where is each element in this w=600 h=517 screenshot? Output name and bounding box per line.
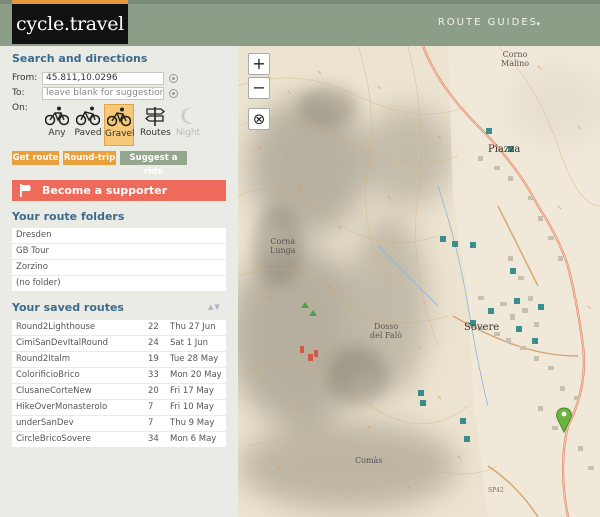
mode-paved-label: Paved — [74, 128, 102, 138]
route-name[interactable]: CimiSanDevItalRound — [16, 336, 108, 351]
get-route-button[interactable]: Get route — [12, 151, 59, 165]
road-bike-icon — [76, 106, 100, 126]
site-logo[interactable]: cycle.travel — [12, 4, 128, 44]
route-row[interactable]: HikeOverMonasterolo 7 Fri 10 May — [12, 400, 226, 415]
folder-item[interactable]: (no folder) — [12, 276, 226, 291]
map-label-piazza: Piazza — [488, 144, 521, 155]
route-name[interactable]: ColorificioBrico — [16, 368, 80, 383]
route-date: Mon 20 May — [170, 370, 222, 380]
mode-any-label: Any — [48, 128, 66, 138]
route-date: Thu 9 May — [170, 418, 215, 428]
route-distance: 7 — [148, 402, 154, 412]
route-distance: 7 — [148, 418, 154, 428]
signpost-icon — [144, 107, 166, 126]
chevron-down-icon: ▾ — [536, 20, 540, 28]
bike-icon — [45, 106, 69, 126]
suggest-ride-button[interactable]: Suggest a ride — [120, 151, 187, 177]
on-label: On: — [12, 103, 28, 113]
map-label-corna-lunga: Corna Lunga — [270, 237, 296, 255]
route-row[interactable]: CimiSanDevItalRound 24 Sat 1 Jun — [12, 336, 226, 351]
map-label-text: Corna Lunga — [270, 237, 296, 255]
mode-night-label: Night — [175, 128, 201, 138]
folder-item[interactable]: Zorzino — [12, 260, 226, 275]
route-row[interactable]: CircleBricoSovere 34 Mon 6 May — [12, 432, 226, 447]
route-name[interactable]: Round2Italm — [16, 352, 70, 367]
route-distance: 19 — [148, 354, 159, 364]
map-label-text: Dosso del Falò — [370, 322, 403, 340]
flag-icon — [20, 184, 31, 197]
supporter-label: Become a supporter — [42, 184, 168, 197]
route-row[interactable]: Round2Lighthouse 22 Thu 27 Jun — [12, 320, 226, 335]
to-input[interactable]: leave blank for suggestions — [42, 87, 164, 100]
route-date: Tue 28 May — [170, 354, 219, 364]
route-distance: 24 — [148, 338, 159, 348]
route-guides-menu[interactable]: ROUTE GUIDES — [438, 17, 538, 28]
route-distance: 20 — [148, 386, 159, 396]
route-row[interactable]: ColorificioBrico 33 Mon 20 May — [12, 368, 226, 383]
folder-item[interactable]: GB Tour — [12, 244, 226, 259]
mode-any[interactable]: Any — [42, 104, 72, 146]
route-date: Fri 17 May — [170, 386, 214, 396]
mode-paved[interactable]: Paved — [73, 104, 103, 146]
sidebar-panel: Search and directions From: 45.811,10.02… — [0, 46, 238, 517]
locate-to-icon[interactable] — [169, 89, 178, 98]
search-title: Search and directions — [12, 52, 148, 65]
route-date: Mon 6 May — [170, 434, 217, 444]
from-label: From: — [12, 73, 38, 83]
route-date: Thu 27 Jun — [170, 322, 216, 332]
mode-gravel-label: Gravel — [105, 129, 135, 139]
mode-night[interactable]: Night — [173, 104, 203, 146]
sort-arrows-icon[interactable]: ▲▼ — [208, 303, 221, 311]
map-canvas[interactable]: Corno Malino Piazza Corna Lunga Dosso de… — [238, 46, 600, 517]
locate-from-icon[interactable] — [169, 74, 178, 83]
map-label-corno-malino: Corno Malino — [501, 50, 529, 68]
route-distance: 34 — [148, 434, 159, 444]
gravel-bike-icon — [107, 107, 131, 127]
route-name[interactable]: HikeOverMonasterolo — [16, 400, 107, 415]
route-name[interactable]: CircleBricoSovere — [16, 432, 91, 447]
become-supporter-button[interactable]: Become a supporter — [12, 180, 226, 201]
folder-list: Dresden GB Tour Zorzino (no folder) — [12, 228, 226, 292]
folders-title: Your route folders — [12, 210, 125, 223]
route-name[interactable]: Round2Lighthouse — [16, 320, 95, 335]
folder-item[interactable]: Dresden — [12, 228, 226, 243]
mode-gravel[interactable]: Gravel — [104, 104, 135, 146]
map-label-sovere: Sovere — [464, 322, 500, 333]
from-input[interactable]: 45.811,10.0296 — [42, 72, 164, 85]
route-name[interactable]: underSanDev — [16, 416, 74, 431]
saved-routes-title: Your saved routes — [12, 301, 124, 314]
route-row[interactable]: Round2Italm 19 Tue 28 May — [12, 352, 226, 367]
map-label-comas: Comàs — [355, 456, 383, 465]
terrain-map[interactable] — [238, 46, 600, 517]
zoom-in-button[interactable]: + — [248, 53, 270, 75]
route-row[interactable]: ClusaneCorteNew 20 Fri 17 May — [12, 384, 226, 399]
moon-icon — [181, 107, 193, 124]
route-date: Sat 1 Jun — [170, 338, 209, 348]
locate-me-button[interactable]: ⊗ — [248, 108, 270, 130]
mode-routes-label: Routes — [140, 128, 171, 138]
zoom-out-button[interactable]: − — [248, 77, 270, 99]
map-label-road-sp42: SP42 — [488, 487, 504, 494]
route-name[interactable]: ClusaneCorteNew — [16, 384, 92, 399]
mode-routes[interactable]: Routes — [140, 104, 171, 146]
map-label-text: Corno Malino — [501, 50, 530, 68]
route-distance: 33 — [148, 370, 159, 380]
route-row[interactable]: underSanDev 7 Thu 9 May — [12, 416, 226, 431]
saved-routes-list: Round2Lighthouse 22 Thu 27 Jun CimiSanDe… — [12, 320, 226, 448]
round-trip-button[interactable]: Round-trip — [63, 151, 116, 165]
route-date: Fri 10 May — [170, 402, 214, 412]
to-label: To: — [12, 88, 25, 98]
map-label-dosso-del-falo: Dosso del Falò — [370, 322, 402, 340]
route-distance: 22 — [148, 322, 159, 332]
